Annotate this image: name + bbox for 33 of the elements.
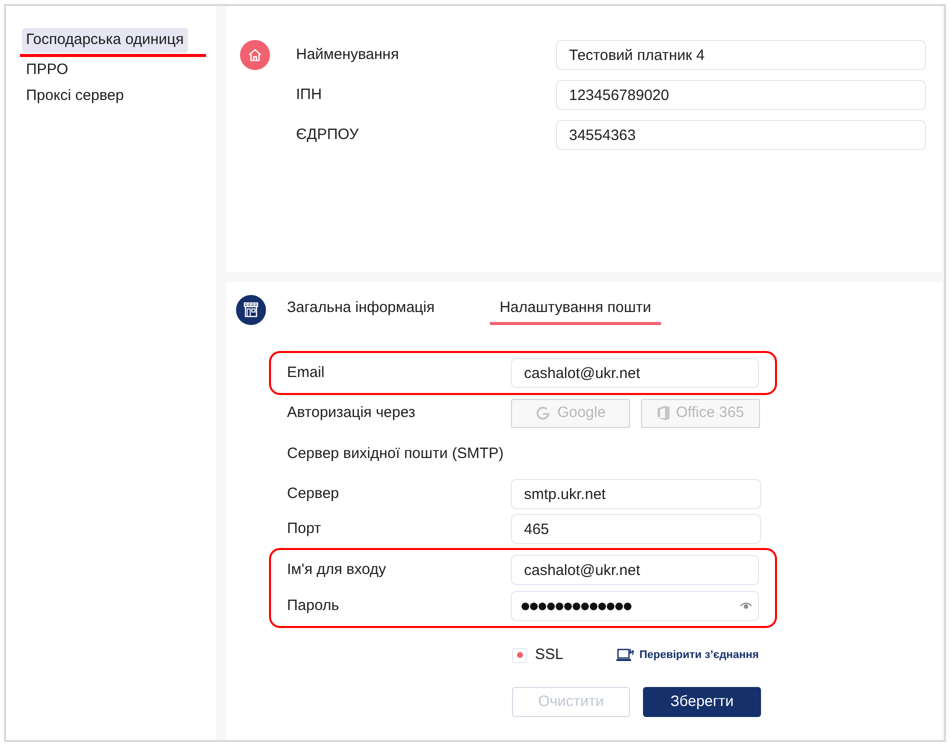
tab[interactable]: Налаштування пошти <box>490 295 662 325</box>
input-field[interactable]: cashalot@ukr.net <box>511 555 759 585</box>
field-label: Порт <box>287 518 322 539</box>
field-label: ІПН <box>296 84 323 105</box>
input-field[interactable]: 465 <box>511 514 761 544</box>
input-field[interactable]: cashalot@ukr.net <box>511 358 759 388</box>
field-label: Ім'я для входу <box>287 560 387 580</box>
field-label: ЄДРПОУ <box>296 124 360 145</box>
field-label: Email <box>287 362 326 383</box>
input-field[interactable]: smtp.ukr.net <box>511 479 761 509</box>
field-label: Сервер <box>287 484 340 504</box>
sidebar-item[interactable]: Господарська одиниця <box>22 28 188 53</box>
password-field[interactable]: ●●●●●●●●●●●●● <box>511 591 759 621</box>
field-label: Найменування <box>296 44 400 65</box>
sidebar-item[interactable]: ПРРО <box>22 58 72 83</box>
google-logo-icon <box>535 405 552 421</box>
home-icon <box>240 40 270 70</box>
eye-icon[interactable] <box>740 602 752 610</box>
store-icon <box>236 295 266 325</box>
ssl-checkbox[interactable] <box>512 648 527 662</box>
sidebar-item[interactable]: Проксі сервер <box>22 84 128 109</box>
save-button[interactable]: Зберегти <box>643 687 761 717</box>
ssl-label: SSL <box>535 644 564 665</box>
test-connection-link[interactable]: Перевірити з’єднання <box>616 646 759 664</box>
input-field[interactable]: 34554363 <box>556 120 926 150</box>
input-field[interactable]: Тестовий платник 4 <box>556 40 926 70</box>
laptop-icon <box>616 648 634 662</box>
tab[interactable]: Загальна інформація <box>277 295 445 325</box>
field-label: Пароль <box>287 596 340 616</box>
office-logo-icon <box>656 405 670 421</box>
field-label: Авторизація через <box>287 402 416 423</box>
section-heading: Сервер вихідної пошти (SMTP) <box>287 444 504 464</box>
input-field[interactable]: 123456789020 <box>556 80 926 110</box>
